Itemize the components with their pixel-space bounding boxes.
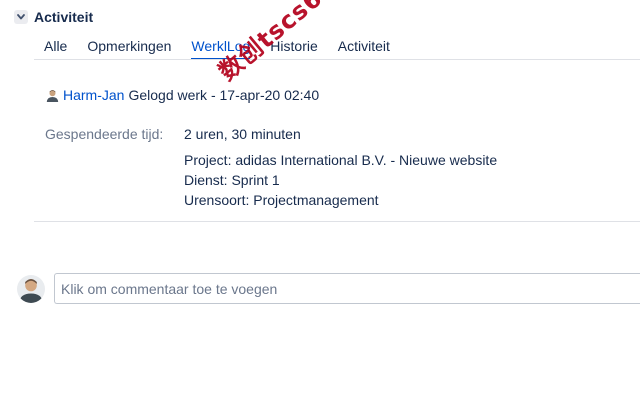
tab-all[interactable]: Alle	[44, 36, 67, 60]
time-spent-value: 2 uren, 30 minuten	[184, 126, 301, 142]
service-value: Dienst: Sprint 1	[184, 172, 280, 188]
time-spent-label: Gespendeerde tijd:	[45, 126, 164, 142]
chevron-down-icon[interactable]	[14, 10, 28, 24]
tab-comments[interactable]: Opmerkingen	[87, 36, 171, 60]
worklog-header: Harm-Jan Gelogd werk - 17-apr-20 02:40	[46, 85, 319, 105]
worklog-divider	[34, 221, 640, 222]
user-avatar-icon	[46, 89, 59, 102]
commenter-avatar-icon	[17, 275, 45, 303]
author-link[interactable]: Harm-Jan	[63, 87, 124, 103]
tab-activity[interactable]: Activiteit	[338, 36, 390, 60]
tab-worklog[interactable]: WerklLog	[191, 36, 251, 60]
tab-history[interactable]: Historie	[270, 36, 317, 60]
comment-input[interactable]	[54, 273, 640, 304]
activity-section-toggle[interactable]: Activiteit	[14, 7, 93, 27]
project-value: Project: adidas International B.V. - Nie…	[184, 152, 498, 168]
tabs-divider	[34, 59, 640, 60]
activity-tabs: Alle Opmerkingen WerklLog Historie Activ…	[44, 36, 410, 60]
hour-type-value: Urensoort: Projectmanagement	[184, 192, 379, 208]
worklog-action: Gelogd werk - 17-apr-20 02:40	[128, 87, 320, 103]
section-title: Activiteit	[34, 9, 94, 25]
